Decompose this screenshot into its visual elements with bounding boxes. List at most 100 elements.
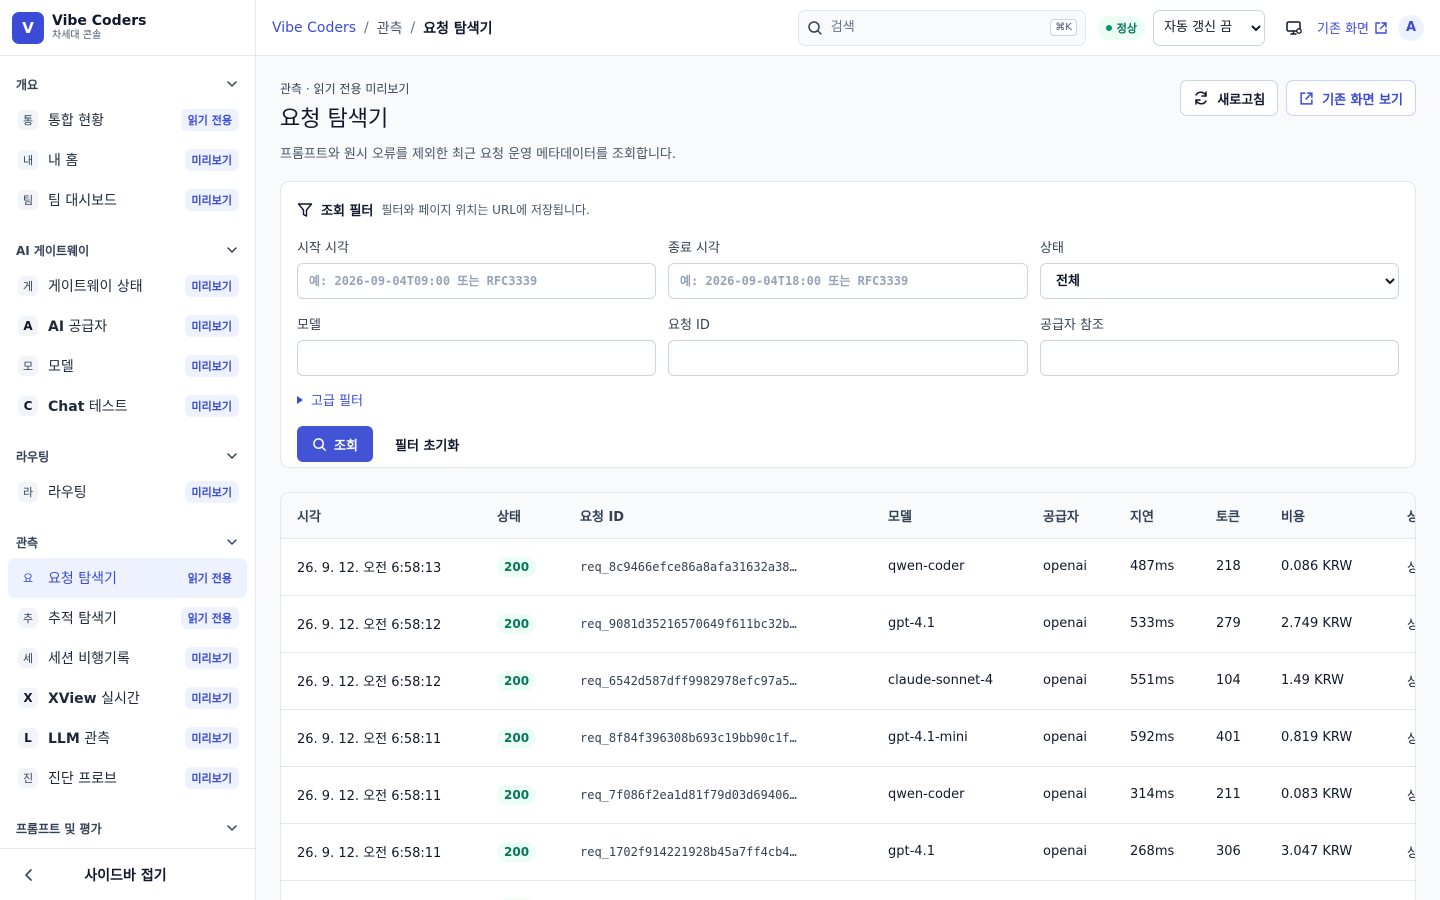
cell-id: req_6542d587dff9982978efc97a5… [564, 652, 872, 710]
end-time-input[interactable] [668, 263, 1028, 299]
table-row[interactable]: 26. 9. 12. 오전 6:58:11 200 req_8f84f396308b… [281, 709, 1415, 767]
sidebar-item-icon: 내 [18, 150, 38, 170]
cell-status: 200 [481, 880, 564, 900]
search-input[interactable] [830, 20, 1051, 35]
sidebar-item[interactable]: 통 통합 현황 읽기 전용 [8, 100, 247, 140]
sidebar-section-title: 관측 [16, 535, 39, 550]
sidebar-item[interactable]: L LLM 관측 미리보기 [8, 718, 247, 758]
sidebar-item-label-strong: Chat [48, 399, 85, 415]
sidebar-item-label-rest: 관측 [79, 731, 110, 747]
table-header-cell[interactable]: 비용 [1265, 493, 1391, 539]
search-box[interactable]: ⌘K [797, 9, 1086, 46]
cell-detail[interactable]: 상세 [1391, 709, 1415, 767]
cell-id: req_7f086f2ea1d81f79d03d69406… [564, 766, 872, 824]
sidebar-item-label-strong: XView [48, 691, 97, 707]
advanced-filter-toggle[interactable]: 고급 필터 [297, 390, 1399, 409]
sidebar-item[interactable]: C Chat 테스트 미리보기 [8, 386, 247, 426]
cell-provider: openai [1027, 823, 1114, 881]
requests-table: 시각상태요청 ID모델공급자지연토큰비용상세 26. 9. 12. 오전 6:5… [281, 493, 1415, 900]
status-code-badge: 200 [497, 784, 537, 805]
cell-latency: 314ms [1114, 766, 1200, 824]
sidebar-section-header[interactable]: 프롬프트 및 평가 [8, 812, 247, 844]
sidebar-item-badge: 미리보기 [184, 647, 239, 669]
provider-ref-field: 공급자 참조 [1040, 314, 1399, 376]
sidebar-item-badge: 미리보기 [184, 481, 239, 503]
table-row[interactable]: 26. 9. 12. 오전 6:58:13 200 req_8c9466efce86… [281, 538, 1415, 596]
sidebar-section-header[interactable]: AI 게이트웨이 [8, 234, 247, 266]
sidebar-item[interactable]: 추 추적 탐색기 읽기 전용 [8, 598, 247, 638]
table-header-cell[interactable]: 요청 ID [564, 493, 872, 539]
auto-refresh-select[interactable]: 자동 갱신 끔 [1153, 9, 1266, 46]
sidebar-item-badge: 미리보기 [184, 767, 239, 789]
request-id-input[interactable] [668, 340, 1028, 376]
user-avatar[interactable]: A [1398, 14, 1424, 41]
table-header-cell[interactable]: 토큰 [1200, 493, 1265, 539]
cell-detail[interactable]: 상세 [1391, 595, 1415, 653]
table-header-cell[interactable]: 공급자 [1027, 493, 1114, 539]
sidebar-item[interactable]: 진 진단 프로브 미리보기 [8, 758, 247, 798]
legacy-screen-link[interactable]: 기존 화면 [1317, 18, 1388, 37]
breadcrumb-section[interactable]: 관측 [377, 18, 403, 38]
sidebar-item-badge: 미리보기 [184, 395, 239, 417]
table-row[interactable]: 26. 9. 12. 오전 6:58:12 200 req_6542d587dff9… [281, 652, 1415, 710]
table-header-cell[interactable]: 상태 [481, 493, 564, 539]
sidebar-item[interactable]: 모 모델 미리보기 [8, 346, 247, 386]
sidebar-item-badge: 읽기 전용 [180, 567, 239, 589]
sidebar-item-label: LLM 관측 [48, 728, 185, 748]
sidebar-section-header[interactable]: 관측 [8, 526, 247, 558]
cell-status: 200 [481, 538, 564, 596]
cell-cost [1265, 880, 1391, 900]
table-header-cell[interactable]: 시각 [281, 493, 481, 539]
sidebar-item-label-rest: 실시간 [96, 691, 140, 707]
chevron-down-icon [227, 825, 237, 831]
sidebar-collapse-button[interactable]: 사이드바 접기 [0, 848, 255, 900]
query-button[interactable]: 조회 [297, 426, 373, 462]
disclosure-triangle-icon [297, 395, 303, 404]
table-header-cell[interactable]: 모델 [872, 493, 1027, 539]
start-time-field: 시작 시각 [297, 237, 656, 299]
sidebar-item[interactable]: 팀 팀 대시보드 미리보기 [8, 180, 247, 220]
cell-id: req_9081d35216570649f611bc32b… [564, 595, 872, 653]
start-time-input[interactable] [297, 263, 656, 299]
sidebar-item-label-strong: AI [48, 319, 65, 335]
legacy-view-button[interactable]: 기존 화면 보기 [1286, 80, 1416, 116]
cell-time [281, 880, 481, 900]
breadcrumb-home[interactable]: Vibe Coders [272, 20, 356, 36]
cell-detail[interactable]: 상세 [1391, 823, 1415, 881]
table-row[interactable]: 26. 9. 12. 오전 6:58:11 200 req_7f086f2ea1d8… [281, 766, 1415, 824]
table-header-cell[interactable]: 지연 [1114, 493, 1200, 539]
cell-detail[interactable]: 상세 [1391, 766, 1415, 824]
table-row[interactable]: 26. 9. 12. 오전 6:58:11 200 req_1702f9142219… [281, 823, 1415, 881]
table-row[interactable]: 26. 9. 12. 오전 6:58:12 200 req_9081d3521657… [281, 595, 1415, 653]
table-row[interactable]: 200 [281, 880, 1415, 900]
sidebar-item[interactable]: 라 라우팅 미리보기 [8, 472, 247, 512]
sidebar-item[interactable]: 내 내 홈 미리보기 [8, 140, 247, 180]
sidebar-item[interactable]: X XView 실시간 미리보기 [8, 678, 247, 718]
cell-time: 26. 9. 12. 오전 6:58:13 [281, 538, 481, 596]
sidebar-item[interactable]: 세 세션 비행기록 미리보기 [8, 638, 247, 678]
cell-id: req_8f84f396308b693c19bb90c1f… [564, 709, 872, 767]
table-header-cell[interactable]: 상세 [1391, 493, 1415, 539]
cell-status: 200 [481, 709, 564, 767]
cell-status: 200 [481, 652, 564, 710]
sidebar-section-title: 개요 [16, 77, 39, 92]
sidebar-item[interactable]: 요 요청 탐색기 읽기 전용 [8, 558, 247, 598]
external-link-icon [1375, 21, 1387, 34]
sidebar-section-header[interactable]: 개요 [8, 68, 247, 100]
cell-detail[interactable] [1391, 880, 1415, 900]
reset-filter-button[interactable]: 필터 초기화 [395, 435, 459, 454]
model-input[interactable] [297, 340, 656, 376]
provider-ref-input[interactable] [1040, 340, 1399, 376]
status-select[interactable]: 전체 [1040, 263, 1399, 299]
cell-detail[interactable]: 상세 [1391, 652, 1415, 710]
filter-card: 조회 필터 필터와 페이지 위치는 URL에 저장됩니다. 시작 시각 종료 시… [280, 181, 1416, 468]
refresh-button[interactable]: 새로고침 [1180, 80, 1279, 116]
cell-tokens: 306 [1200, 823, 1265, 881]
sidebar-item[interactable]: 게 게이트웨이 상태 미리보기 [8, 266, 247, 306]
sidebar-item[interactable]: A AI 공급자 미리보기 [8, 306, 247, 346]
monitor-settings-button[interactable] [1283, 17, 1305, 39]
filter-title: 조회 필터 [321, 204, 374, 219]
sidebar-section-header[interactable]: 라우팅 [8, 440, 247, 472]
cell-detail[interactable]: 상세 [1391, 538, 1415, 596]
brand[interactable]: V Vibe Coders 차세대 콘솔 [0, 0, 255, 56]
